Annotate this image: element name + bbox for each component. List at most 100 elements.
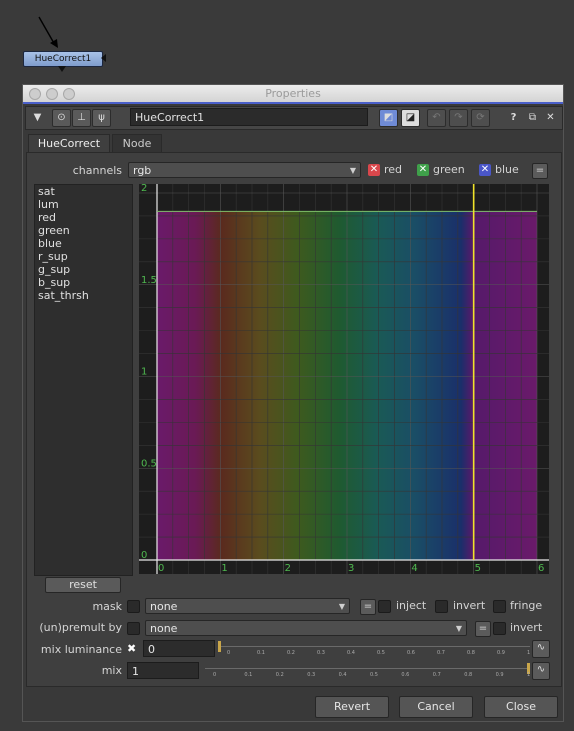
center-node-icon[interactable]: ⊥ bbox=[72, 109, 91, 127]
inject-label: inject bbox=[396, 599, 427, 612]
node-output-arrow bbox=[101, 54, 106, 62]
slider-tick-label: 0.6 bbox=[401, 672, 410, 678]
curve-list-item[interactable]: g_sup bbox=[35, 263, 132, 276]
slider-tick-label: 0.6 bbox=[407, 650, 415, 656]
mask-link-button[interactable]: = bbox=[360, 599, 376, 615]
channels-link-button[interactable]: = bbox=[532, 163, 548, 179]
x-tick-label: 3 bbox=[348, 563, 354, 574]
y-tick-label: 0.5 bbox=[141, 458, 157, 469]
window-titlebar: Properties bbox=[23, 85, 563, 102]
fringe-checkbox[interactable] bbox=[493, 600, 506, 613]
blue-channel-checkbox[interactable]: ✕ bbox=[479, 164, 491, 176]
help-icon[interactable]: ? bbox=[504, 109, 523, 127]
slider-tick-label: 0.5 bbox=[377, 650, 385, 656]
curve-list-item[interactable]: blue bbox=[35, 237, 132, 250]
premult-enable-checkbox[interactable] bbox=[127, 622, 140, 635]
slider-tick-label: 0.5 bbox=[370, 672, 378, 678]
window-zoom-dot[interactable] bbox=[63, 88, 75, 100]
premult-invert-label: invert bbox=[510, 621, 543, 634]
mix-luminance-slider-ticks: 0 0.1 0.2 0.3 0.4 0.5 0.6 0.7 0.8 0.9 1 bbox=[203, 650, 551, 658]
dropdown-arrow-icon: ▼ bbox=[338, 602, 345, 611]
red-channel-label: red bbox=[384, 163, 403, 176]
close-button[interactable]: Close bbox=[484, 696, 558, 718]
mix-luminance-label: mix luminance bbox=[40, 643, 122, 656]
mix-label: mix bbox=[101, 664, 122, 677]
tab-node[interactable]: Node bbox=[112, 134, 162, 153]
curve-list-item[interactable]: r_sup bbox=[35, 250, 132, 263]
mask-value: none bbox=[150, 600, 178, 613]
dropdown-arrow-icon: ▼ bbox=[349, 166, 356, 175]
slider-tick-label: 1 bbox=[527, 650, 531, 656]
slider-tick-label: 0 bbox=[213, 672, 217, 678]
slider-tick-label: 1 bbox=[527, 672, 531, 678]
dropdown-arrow-icon: ▼ bbox=[455, 624, 462, 633]
window-close-dot[interactable] bbox=[29, 88, 41, 100]
x-tick-label: 5 bbox=[475, 563, 481, 574]
mask-dropdown[interactable]: none ▼ bbox=[145, 598, 350, 614]
curve-list-item[interactable]: lum bbox=[35, 198, 132, 211]
premult-link-button[interactable]: = bbox=[475, 621, 491, 637]
premult-dropdown[interactable]: none ▼ bbox=[145, 620, 467, 636]
window-minimize-dot[interactable] bbox=[46, 88, 58, 100]
viewer-icon[interactable]: ⊙ bbox=[52, 109, 71, 127]
curve-list-item[interactable]: sat_thrsh bbox=[35, 289, 132, 302]
slider-tick-label: 0.4 bbox=[347, 650, 355, 656]
float-panel-icon[interactable]: ⧉ bbox=[523, 109, 542, 127]
premult-invert-checkbox[interactable] bbox=[493, 622, 506, 635]
slider-tick-label: 0.2 bbox=[275, 672, 284, 678]
mix-luminance-curve-icon[interactable]: ∿ bbox=[532, 640, 550, 658]
mask-invert-checkbox[interactable] bbox=[435, 600, 448, 613]
tab-huecorrect[interactable]: HueCorrect bbox=[28, 134, 110, 153]
node-connector-arrow bbox=[38, 16, 58, 48]
hue-curve-graph[interactable]: 0 1 2 3 4 5 6 2 1.5 1 0.5 0 bbox=[139, 184, 549, 574]
curve-list-item[interactable]: sat bbox=[35, 185, 132, 198]
curve-list-item[interactable]: b_sup bbox=[35, 276, 132, 289]
mask-enable-checkbox[interactable] bbox=[127, 600, 140, 613]
channels-label: channels bbox=[72, 164, 122, 177]
cancel-button[interactable]: Cancel bbox=[399, 696, 473, 718]
node-name-field[interactable]: HueCorrect1 bbox=[130, 108, 368, 126]
y-tick-label: 2 bbox=[141, 184, 147, 194]
huecorrect-panel: channels rgb ▼ ✕ red ✕ green ✕ blue = sa… bbox=[26, 152, 562, 687]
wrench-icon[interactable]: ψ bbox=[92, 109, 111, 127]
slider-tick-label: 0.1 bbox=[257, 650, 265, 656]
slider-tick-label: 0.9 bbox=[497, 650, 505, 656]
channels-dropdown[interactable]: rgb ▼ bbox=[128, 162, 361, 178]
slider-tick-label: 0.7 bbox=[432, 672, 441, 678]
slider-tick-label: 0.4 bbox=[338, 672, 347, 678]
y-tick-label: 1 bbox=[141, 367, 147, 378]
mask-invert-label: invert bbox=[453, 599, 486, 612]
inject-checkbox[interactable] bbox=[378, 600, 391, 613]
y-tick-label: 0 bbox=[141, 550, 147, 561]
undo-icon[interactable]: ↶ bbox=[427, 109, 446, 127]
curve-list-item[interactable]: green bbox=[35, 224, 132, 237]
curve-list-item[interactable]: red bbox=[35, 211, 132, 224]
properties-window: Properties ▼ ⊙ ⊥ ψ HueCorrect1 ◩ ◪ ↶ ↷ ⟳… bbox=[22, 84, 564, 722]
title-accent-bar bbox=[23, 102, 563, 104]
curve-list: sat lum red green blue r_sup g_sup b_sup sat_thr… bbox=[34, 184, 133, 576]
x-tick-label: 2 bbox=[285, 563, 291, 574]
x-tick-label: 4 bbox=[411, 563, 417, 574]
close-panel-icon[interactable]: ✕ bbox=[541, 109, 560, 127]
overlay-color-icon[interactable]: ◪ bbox=[401, 109, 420, 127]
mix-slider-track[interactable] bbox=[205, 668, 528, 669]
reset-button[interactable]: reset bbox=[45, 577, 121, 593]
mix-luminance-slider-track[interactable] bbox=[220, 646, 530, 647]
slider-tick-label: 0.3 bbox=[317, 650, 325, 656]
y-tick-label: 1.5 bbox=[141, 275, 157, 286]
revert-knobs-icon[interactable]: ⟳ bbox=[471, 109, 490, 127]
huecorrect-node[interactable]: HueCorrect1 bbox=[23, 51, 103, 67]
node-color-icon[interactable]: ◩ bbox=[379, 109, 398, 127]
redo-icon[interactable]: ↷ bbox=[449, 109, 468, 127]
fringe-label: fringe bbox=[510, 599, 543, 612]
mask-label: mask bbox=[92, 600, 122, 613]
red-channel-checkbox[interactable]: ✕ bbox=[368, 164, 380, 176]
green-channel-checkbox[interactable]: ✕ bbox=[417, 164, 429, 176]
mix-luminance-toggle-icon[interactable]: ✖ bbox=[127, 643, 139, 655]
collapse-triangle-icon[interactable]: ▼ bbox=[28, 109, 47, 127]
mix-curve-icon[interactable]: ∿ bbox=[532, 662, 550, 680]
slider-tick-label: 0.8 bbox=[467, 650, 475, 656]
revert-button[interactable]: Revert bbox=[315, 696, 389, 718]
slider-tick-label: 0.8 bbox=[464, 672, 473, 678]
slider-tick-label: 0.1 bbox=[244, 672, 253, 678]
